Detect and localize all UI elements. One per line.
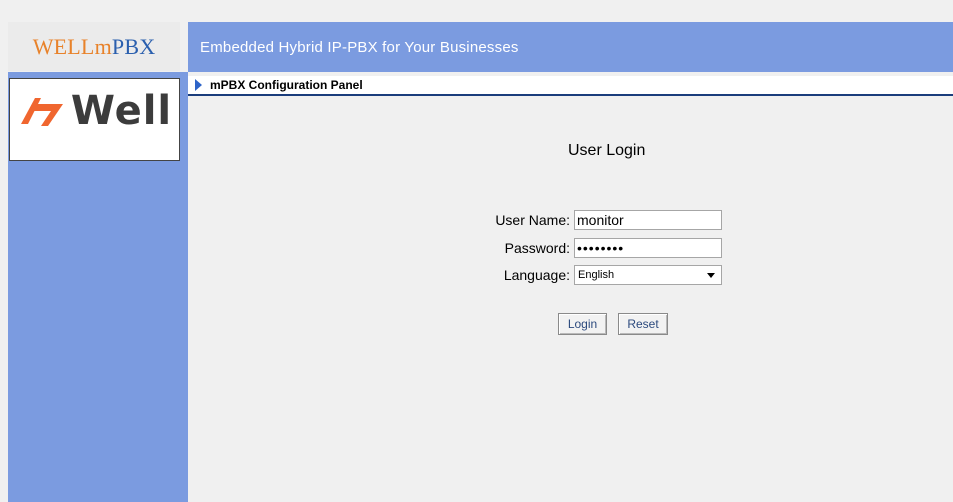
username-row: User Name: bbox=[474, 210, 722, 230]
language-row: Language: English bbox=[474, 265, 722, 285]
language-selected-value: English bbox=[578, 269, 615, 281]
reset-button[interactable]: Reset bbox=[618, 313, 668, 335]
language-label: Language: bbox=[503, 267, 570, 283]
login-button[interactable]: Login bbox=[558, 313, 607, 335]
login-title: User Login bbox=[568, 142, 646, 159]
password-row: Password: bbox=[474, 238, 722, 258]
brand-pbx-text: PBX bbox=[111, 33, 156, 59]
logo-word: Well bbox=[70, 87, 173, 134]
username-label: User Name: bbox=[495, 212, 570, 228]
password-input[interactable] bbox=[574, 238, 722, 258]
logo-box: Well bbox=[9, 78, 180, 161]
triangle-right-icon bbox=[195, 79, 202, 91]
header-band: Embedded Hybrid IP-PBX for Your Business… bbox=[188, 22, 953, 72]
brand-name: WELLmPBX bbox=[33, 34, 156, 60]
panel-title-bar: mPBX Configuration Panel bbox=[188, 76, 953, 96]
brand-m-text: m bbox=[94, 33, 112, 59]
password-label: Password: bbox=[504, 240, 570, 256]
login-page: WELLmPBX Embedded Hybrid IP-PBX for Your… bbox=[0, 0, 953, 502]
logo: Well bbox=[17, 88, 172, 134]
header-tagline: Embedded Hybrid IP-PBX for Your Business… bbox=[200, 38, 519, 56]
well-logo-icon bbox=[20, 97, 63, 126]
brand-box: WELLmPBX bbox=[8, 22, 180, 71]
brand-well-text: WELL bbox=[32, 33, 95, 59]
username-input[interactable] bbox=[574, 210, 722, 230]
language-select[interactable]: English bbox=[574, 265, 722, 285]
sidebar: Well bbox=[8, 72, 188, 502]
chevron-down-icon bbox=[707, 272, 715, 278]
panel-title: mPBX Configuration Panel bbox=[210, 78, 363, 92]
